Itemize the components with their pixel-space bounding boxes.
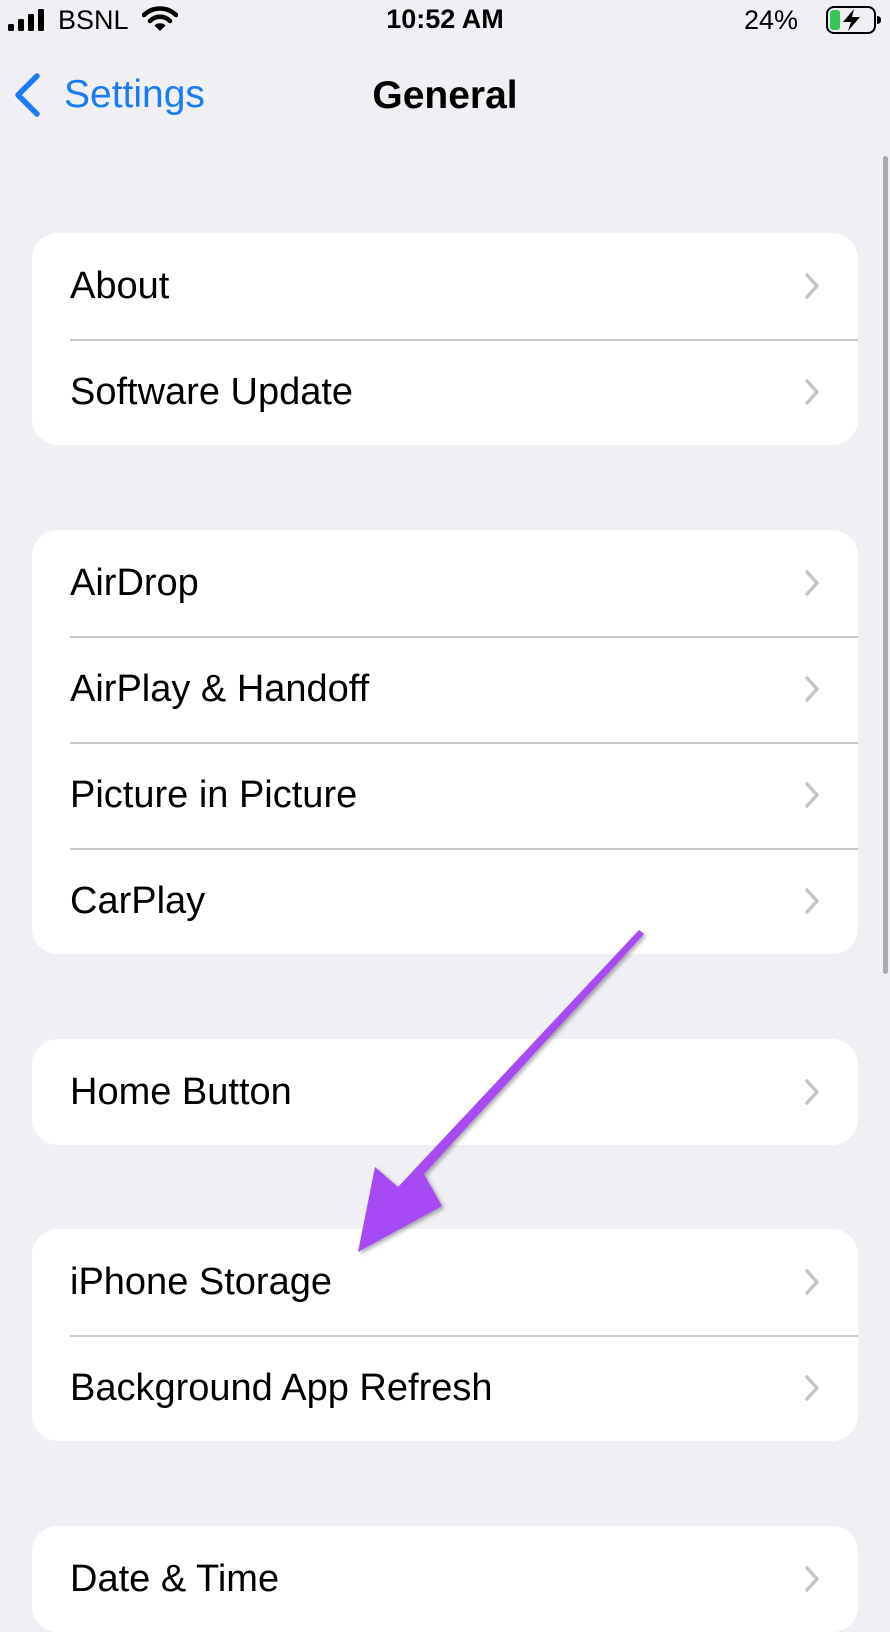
row-iphone-storage[interactable]: iPhone Storage: [32, 1229, 858, 1335]
row-date-time[interactable]: Date & Time: [32, 1526, 858, 1632]
chevron-right-icon: [805, 273, 819, 299]
row-label: AirDrop: [70, 561, 199, 604]
row-label: Software Update: [70, 370, 354, 413]
row-label: CarPlay: [70, 879, 206, 922]
settings-group-storage: iPhone Storage Background App Refresh: [32, 1229, 858, 1441]
page-title: General: [372, 74, 518, 117]
status-bar: BSNL 10:52 AM 24%: [0, 0, 890, 40]
row-software-update[interactable]: Software Update: [32, 339, 858, 445]
chevron-right-icon: [805, 1079, 819, 1105]
row-label: Picture in Picture: [70, 773, 358, 816]
battery-percentage: 24%: [743, 5, 798, 35]
settings-group-home-button: Home Button: [32, 1039, 858, 1145]
scrollbar[interactable]: [883, 156, 888, 974]
chevron-right-icon: [805, 676, 819, 702]
settings-group-connectivity: AirDrop AirPlay & Handoff Picture in Pic…: [32, 530, 858, 954]
chevron-right-icon: [805, 1566, 819, 1592]
chevron-right-icon: [805, 888, 819, 914]
row-label: About: [70, 264, 170, 307]
chevron-right-icon: [805, 570, 819, 596]
navigation-bar: Settings General: [0, 56, 890, 136]
row-label: Home Button: [70, 1070, 292, 1113]
row-label: AirPlay & Handoff: [70, 667, 370, 710]
row-background-app-refresh[interactable]: Background App Refresh: [32, 1335, 858, 1441]
chevron-right-icon: [805, 782, 819, 808]
row-carplay[interactable]: CarPlay: [32, 848, 858, 954]
row-about[interactable]: About: [32, 233, 858, 339]
row-airplay-handoff[interactable]: AirPlay & Handoff: [32, 636, 858, 742]
chevron-right-icon: [805, 379, 819, 405]
row-picture-in-picture[interactable]: Picture in Picture: [32, 742, 858, 848]
settings-group-about: About Software Update: [32, 233, 858, 445]
chevron-right-icon: [805, 1269, 819, 1295]
row-label: iPhone Storage: [70, 1260, 332, 1303]
row-label: Background App Refresh: [70, 1366, 493, 1409]
battery-charging-icon: [826, 6, 881, 34]
row-home-button[interactable]: Home Button: [32, 1039, 858, 1145]
row-airdrop[interactable]: AirDrop: [32, 530, 858, 636]
settings-group-date-time: Date & Time: [32, 1526, 858, 1632]
chevron-right-icon: [805, 1375, 819, 1401]
row-label: Date & Time: [70, 1557, 280, 1600]
